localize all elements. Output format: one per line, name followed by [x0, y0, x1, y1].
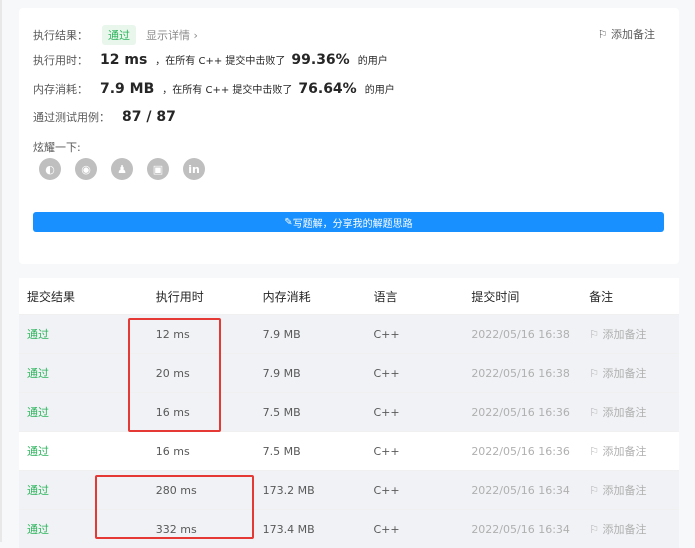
- table-row[interactable]: 通过 12 ms 7.9 MB C++ 2022/05/16 16:38 ⚐ 添…: [19, 314, 679, 353]
- pencil-icon: ✎: [284, 216, 293, 228]
- chevron-right-icon: ›: [190, 29, 198, 42]
- runtime-text: ，在所有 C++ 提交中击败了: [155, 56, 286, 67]
- memory-label: 内存消耗：: [33, 83, 88, 96]
- share-icons: ◐ ◉ ♟ ▣ in: [39, 158, 219, 180]
- row-language: C++: [373, 483, 400, 497]
- table-row[interactable]: 通过 16 ms 7.5 MB C++ 2022/05/16 16:36 ⚐ 添…: [19, 392, 679, 431]
- header-note: 备注: [589, 289, 614, 304]
- add-note-button[interactable]: ⚐ 添加备注: [598, 26, 655, 42]
- memory-suffix: 的用户: [364, 85, 395, 96]
- table-row[interactable]: 通过 16 ms 7.5 MB C++ 2022/05/16 16:36 ⚐ 添…: [19, 431, 679, 470]
- share-label: 炫耀一下:: [33, 141, 81, 154]
- flag-icon: ⚐: [589, 523, 603, 536]
- flag-icon: ⚐: [589, 406, 603, 419]
- flag-icon: ⚐: [589, 367, 603, 380]
- memory-text: ，在所有 C++ 提交中击败了: [162, 85, 293, 96]
- row-language: C++: [373, 405, 400, 419]
- row-memory: 7.9 MB: [262, 327, 301, 341]
- row-submitted: 2022/05/16 16:36: [471, 405, 570, 419]
- tests-row: 通过测试用例： 87 / 87: [33, 109, 176, 125]
- row-add-note-button[interactable]: ⚐ 添加备注: [589, 482, 679, 498]
- highlight-box-fast-runtimes: [128, 318, 221, 432]
- left-edge-divider: [0, 0, 2, 542]
- table-header: 提交结果 执行用时 内存消耗 语言 提交时间 备注: [19, 278, 679, 314]
- memory-value: 7.9 MB: [100, 81, 155, 97]
- row-memory: 7.5 MB: [262, 405, 301, 419]
- row-memory: 7.5 MB: [262, 444, 301, 458]
- result-row: 执行结果： 通过 显示详情 ›: [33, 25, 198, 45]
- linkedin-icon[interactable]: in: [183, 158, 205, 180]
- row-language: C++: [373, 327, 400, 341]
- row-language: C++: [373, 522, 400, 536]
- row-add-note-button[interactable]: ⚐ 添加备注: [589, 521, 679, 537]
- row-submitted: 2022/05/16 16:36: [471, 444, 570, 458]
- row-submitted: 2022/05/16 16:34: [471, 522, 570, 536]
- flag-icon: ⚐: [589, 484, 603, 497]
- runtime-value: 12 ms: [100, 52, 148, 68]
- result-badge: 通过: [102, 25, 136, 45]
- row-submitted: 2022/05/16 16:38: [471, 366, 570, 380]
- qq-icon[interactable]: ♟: [111, 158, 133, 180]
- write-solution-button[interactable]: ✎ 写题解，分享我的解题思路: [33, 212, 664, 232]
- highlight-box-slow-runtimes: [95, 475, 254, 539]
- tests-value: 87 / 87: [122, 109, 176, 125]
- submission-summary-card: 执行结果： 通过 显示详情 › ⚐ 添加备注 执行用时： 12 ms ，在所有 …: [19, 8, 679, 264]
- row-add-note-button[interactable]: ⚐ 添加备注: [589, 404, 679, 420]
- runtime-percentile: 99.36%: [291, 52, 350, 68]
- row-submitted: 2022/05/16 16:38: [471, 327, 570, 341]
- memory-percentile: 76.64%: [298, 81, 357, 97]
- row-language: C++: [373, 366, 400, 380]
- runtime-row: 执行用时： 12 ms ，在所有 C++ 提交中击败了 99.36% 的用户: [33, 52, 388, 68]
- header-runtime: 执行用时: [155, 289, 204, 304]
- douban-icon[interactable]: ▣: [147, 158, 169, 180]
- flag-icon: ⚐: [597, 28, 611, 41]
- memory-row: 内存消耗： 7.9 MB ，在所有 C++ 提交中击败了 76.64% 的用户: [33, 81, 395, 97]
- result-label: 执行结果：: [33, 29, 88, 42]
- runtime-suffix: 的用户: [357, 56, 388, 67]
- row-memory: 7.9 MB: [262, 366, 301, 380]
- flag-icon: ⚐: [589, 328, 603, 341]
- tests-label: 通过测试用例：: [33, 111, 110, 124]
- table-row[interactable]: 通过 20 ms 7.9 MB C++ 2022/05/16 16:38 ⚐ 添…: [19, 353, 679, 392]
- runtime-label: 执行用时：: [33, 54, 88, 67]
- row-add-note-button[interactable]: ⚐ 添加备注: [589, 365, 679, 381]
- header-language: 语言: [373, 289, 398, 304]
- header-status: 提交结果: [27, 289, 76, 304]
- row-add-note-button[interactable]: ⚐ 添加备注: [589, 443, 679, 459]
- row-memory: 173.2 MB: [262, 483, 315, 497]
- row-add-note-button[interactable]: ⚐ 添加备注: [589, 326, 679, 342]
- show-detail-link[interactable]: 显示详情 ›: [146, 27, 198, 43]
- row-submitted: 2022/05/16 16:34: [471, 483, 570, 497]
- row-status[interactable]: 通过: [19, 443, 156, 459]
- share-label-row: 炫耀一下:: [33, 139, 81, 155]
- flag-icon: ⚐: [589, 445, 603, 458]
- row-language: C++: [373, 444, 400, 458]
- header-submitted: 提交时间: [471, 289, 520, 304]
- header-memory: 内存消耗: [262, 289, 311, 304]
- wechat-icon[interactable]: ◐: [39, 158, 61, 180]
- row-memory: 173.4 MB: [262, 522, 315, 536]
- row-runtime: 16 ms: [155, 444, 190, 458]
- weibo-icon[interactable]: ◉: [75, 158, 97, 180]
